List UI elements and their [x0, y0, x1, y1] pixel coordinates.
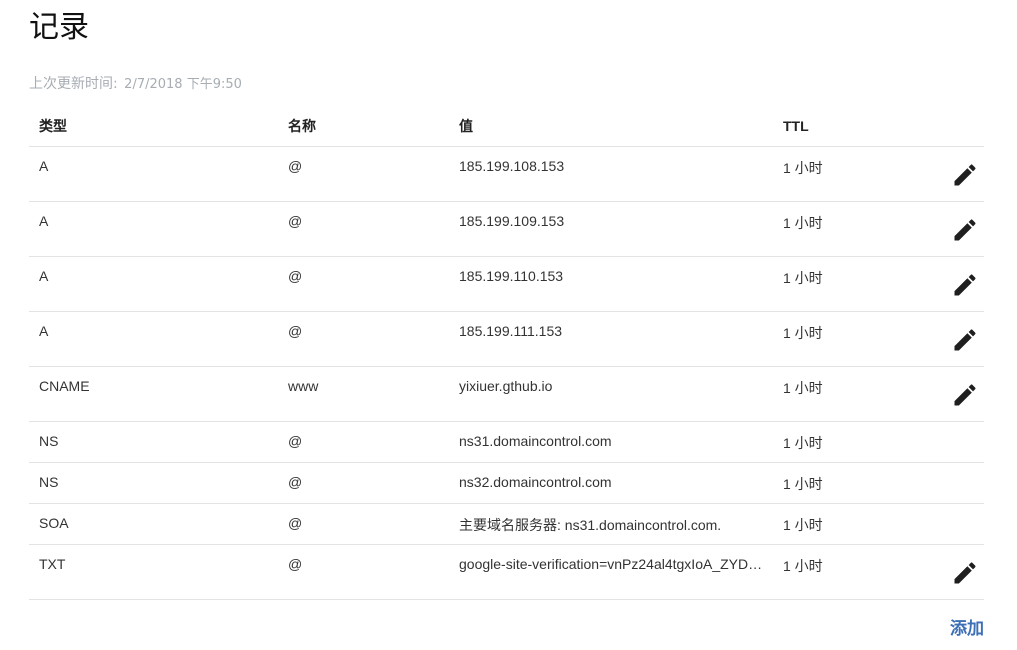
- record-name: @: [278, 146, 449, 202]
- pencil-icon[interactable]: [951, 326, 979, 354]
- add-record-button[interactable]: 添加: [950, 619, 984, 638]
- record-type: NS: [29, 462, 278, 504]
- record-ttl: 1 小时: [773, 201, 903, 257]
- record-type: A: [29, 201, 278, 257]
- records-body: A @185.199.108.153 1 小时 A @185.199.109.153 1 …: [29, 146, 984, 600]
- record-actions: [903, 503, 984, 545]
- record-name: @: [278, 201, 449, 257]
- pencil-icon[interactable]: [951, 216, 979, 244]
- table-row: CNAME www yixiuer.gthub.io 1 小时: [29, 366, 984, 422]
- record-type: TXT: [29, 544, 278, 600]
- record-type: A: [29, 311, 278, 367]
- column-header-ttl: TTL: [773, 106, 903, 147]
- record-type: NS: [29, 421, 278, 463]
- record-name: @: [278, 256, 449, 312]
- record-ttl: 1 小时: [773, 503, 903, 545]
- pencil-icon[interactable]: [951, 559, 979, 587]
- table-row: NS @ ns31.domaincontrol.com 1 小时: [29, 421, 984, 463]
- record-name: @: [278, 544, 449, 600]
- page-title: 记录: [29, 10, 89, 45]
- record-actions: [903, 421, 984, 463]
- add-area: 添加: [950, 614, 984, 639]
- record-value: 主要域名服务器: ns31.domaincontrol.com.: [449, 503, 773, 545]
- record-actions: [903, 462, 984, 504]
- record-ttl: 1 小时: [773, 544, 903, 600]
- record-type: SOA: [29, 503, 278, 545]
- record-value: yixiuer.gthub.io: [449, 366, 773, 422]
- record-ttl: 1 小时: [773, 366, 903, 422]
- record-name: @: [278, 311, 449, 367]
- record-ttl: 1 小时: [773, 462, 903, 504]
- column-header-name: 名称: [278, 106, 449, 147]
- table-row: A @185.199.111.153 1 小时: [29, 311, 984, 367]
- record-value: ns31.domaincontrol.com: [449, 421, 773, 463]
- record-actions: [903, 544, 984, 600]
- table-row: A @185.199.110.153 1 小时: [29, 256, 984, 312]
- table-row: NS @ ns32.domaincontrol.com 1 小时: [29, 462, 984, 504]
- record-value: 185.199.108.153: [449, 146, 773, 202]
- record-ttl: 1 小时: [773, 311, 903, 367]
- record-actions: [903, 366, 984, 422]
- record-type: CNAME: [29, 366, 278, 422]
- record-value: google-site-verification=vnPz24al4tgxIoA…: [449, 544, 773, 600]
- record-actions: [903, 201, 984, 257]
- last-updated-value: 2/7/2018 下午9:50: [124, 77, 242, 92]
- column-header-type: 类型: [29, 106, 278, 147]
- record-name: @: [278, 503, 449, 545]
- record-actions: [903, 256, 984, 312]
- last-updated-label: 上次更新时间:: [29, 76, 118, 92]
- record-ttl: 1 小时: [773, 421, 903, 463]
- table-row: A @185.199.109.153 1 小时: [29, 201, 984, 257]
- record-name: @: [278, 462, 449, 504]
- record-ttl: 1 小时: [773, 146, 903, 202]
- record-ttl: 1 小时: [773, 256, 903, 312]
- dns-records-page: 记录 上次更新时间: 2/7/2018 下午9:50 类型 名称 值 TTL A…: [29, 0, 984, 638]
- record-actions: [903, 146, 984, 202]
- record-type: A: [29, 146, 278, 202]
- record-name: @: [278, 421, 449, 463]
- record-value: 185.199.109.153: [449, 201, 773, 257]
- table-row: A @185.199.108.153 1 小时: [29, 146, 984, 202]
- column-header-actions: [903, 106, 984, 147]
- record-value: 185.199.110.153: [449, 256, 773, 312]
- last-updated: 上次更新时间: 2/7/2018 下午9:50: [29, 74, 984, 94]
- table-row: TXT @ google-site-verification=vnPz24al4tg…: [29, 544, 984, 600]
- column-header-value: 值: [449, 106, 773, 147]
- record-type: A: [29, 256, 278, 312]
- record-value: 185.199.111.153: [449, 311, 773, 367]
- record-name: www: [278, 366, 449, 422]
- record-value: ns32.domaincontrol.com: [449, 462, 773, 504]
- records-table: 类型 名称 值 TTL A @185.199.108.153 1 小时 A @185.1…: [29, 106, 984, 600]
- pencil-icon[interactable]: [951, 271, 979, 299]
- pencil-icon[interactable]: [951, 161, 979, 189]
- record-actions: [903, 311, 984, 367]
- pencil-icon[interactable]: [951, 381, 979, 409]
- table-row: SOA @ 主要域名服务器: ns31.domaincontrol.com. 1 小时: [29, 503, 984, 545]
- table-header-row: 类型 名称 值 TTL: [29, 106, 984, 147]
